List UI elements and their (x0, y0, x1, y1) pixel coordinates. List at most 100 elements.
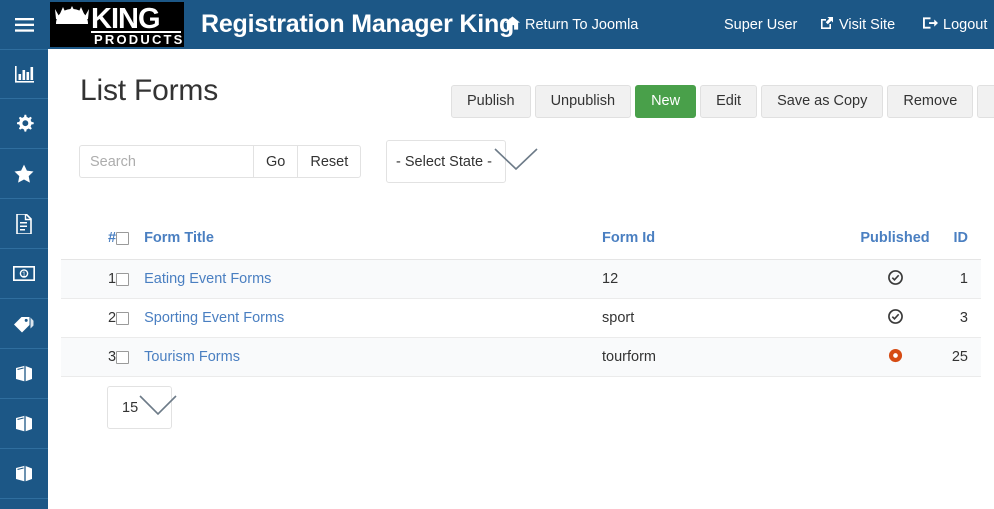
chevron-down-icon (138, 393, 178, 422)
row-checkbox[interactable] (116, 311, 130, 325)
page-title: List Forms (80, 74, 219, 107)
row-title-cell: Sporting Event Forms (144, 298, 602, 338)
table-row: 3 Tourism Forms tourform 25 (61, 337, 981, 377)
help-button[interactable]: Help (977, 85, 994, 118)
state-filter-select[interactable]: - Select State - (386, 140, 538, 183)
chart-bar-icon (14, 65, 34, 83)
sidebar-item-settings[interactable] (0, 99, 48, 149)
column-header-form-title[interactable]: Form Title (144, 230, 602, 260)
published-check-icon[interactable] (887, 269, 903, 289)
book-icon (14, 365, 34, 382)
form-title-link[interactable]: Sporting Event Forms (144, 310, 284, 326)
logout-link[interactable]: Logout (923, 16, 987, 34)
save-as-copy-button[interactable]: Save as Copy (761, 85, 884, 118)
row-checkbox-cell (116, 337, 145, 377)
column-header-checkbox (116, 230, 145, 260)
chevron-down-icon (493, 146, 539, 177)
logout-icon (923, 16, 938, 34)
table-row: 2 Sporting Event Forms sport 3 (61, 298, 981, 338)
row-form-id: tourform (602, 337, 849, 377)
svg-text:1: 1 (22, 272, 26, 279)
column-header-form-id[interactable]: Form Id (602, 230, 849, 260)
row-id: 25 (941, 337, 981, 377)
main-content: List Forms Publish Unpublish New Edit Sa… (48, 49, 994, 509)
sidebar-item-dashboard[interactable] (0, 49, 48, 99)
sidebar-item-payments[interactable]: 1 (0, 249, 48, 299)
search-go-button[interactable]: Go (253, 145, 298, 178)
row-published-status[interactable] (849, 337, 941, 377)
forms-table-container: # Form Title Form Id Published ID 1 Eati… (61, 230, 981, 377)
row-title-cell: Eating Event Forms (144, 259, 602, 299)
hamburger-icon (14, 17, 34, 32)
forms-table: # Form Title Form Id Published ID 1 Eati… (61, 230, 981, 377)
money-bill-icon: 1 (13, 266, 35, 281)
sidebar-item-featured[interactable] (0, 149, 48, 199)
state-filter-label: - Select State - (396, 153, 492, 170)
publish-button[interactable]: Publish (451, 85, 531, 118)
star-icon (14, 164, 34, 183)
row-title-cell: Tourism Forms (144, 337, 602, 377)
sidebar-item-books-3[interactable] (0, 449, 48, 499)
current-user-link[interactable]: Super User (724, 17, 797, 33)
home-icon (505, 16, 520, 34)
row-checkbox[interactable] (116, 272, 130, 286)
gear-icon (15, 114, 34, 133)
logo-icon: KING PRODUCTS (50, 2, 184, 47)
row-id: 1 (941, 259, 981, 299)
search-filter-group: Go Reset (79, 145, 362, 178)
sidebar-item-forms[interactable] (0, 199, 48, 249)
sidebar-item-books-1[interactable] (0, 349, 48, 399)
new-button[interactable]: New (635, 85, 697, 118)
unpublish-button[interactable]: Unpublish (534, 85, 632, 118)
row-number: 3 (61, 337, 117, 377)
top-header-bar: KING PRODUCTS Registration Manager King … (0, 0, 994, 49)
row-form-id: sport (602, 298, 849, 338)
app-title: Registration Manager King (201, 10, 515, 38)
page-limit-select[interactable]: 15 (107, 386, 177, 429)
remove-button[interactable]: Remove (887, 85, 974, 118)
return-to-joomla-link[interactable]: Return To Joomla (505, 16, 638, 34)
table-header-row: # Form Title Form Id Published ID (61, 230, 981, 260)
row-checkbox[interactable] (116, 350, 130, 364)
book-icon (14, 465, 34, 482)
search-input[interactable] (79, 145, 253, 178)
menu-toggle-button[interactable] (0, 0, 48, 49)
row-checkbox-cell (116, 298, 145, 338)
svg-text:KING: KING (91, 3, 160, 35)
book-icon (14, 415, 34, 432)
form-title-link[interactable]: Tourism Forms (144, 349, 240, 365)
row-number: 1 (61, 259, 117, 299)
page-limit-value: 15 (122, 399, 139, 416)
visit-site-label: Visit Site (839, 17, 896, 33)
row-number: 2 (61, 298, 117, 338)
table-body: 1 Eating Event Forms 12 1 2 Sporting Eve… (61, 259, 981, 377)
table-row: 1 Eating Event Forms 12 1 (61, 259, 981, 299)
form-title-link[interactable]: Eating Event Forms (144, 271, 271, 287)
edit-button[interactable]: Edit (700, 85, 758, 118)
action-toolbar: Publish Unpublish New Edit Save as Copy … (451, 85, 994, 118)
sidebar-item-tags[interactable] (0, 299, 48, 349)
king-products-logo[interactable]: KING PRODUCTS (50, 2, 184, 47)
visit-site-link[interactable]: Visit Site (820, 16, 895, 34)
published-check-icon[interactable] (887, 308, 903, 328)
logout-label: Logout (943, 17, 988, 33)
row-published-status[interactable] (849, 298, 941, 338)
table-head: # Form Title Form Id Published ID (61, 230, 981, 260)
row-published-status[interactable] (849, 259, 941, 299)
unpublished-circle-icon[interactable] (888, 348, 903, 367)
sidebar-nav: 1 (0, 49, 48, 509)
file-text-icon (16, 213, 32, 234)
column-header-id[interactable]: ID (941, 230, 981, 260)
row-checkbox-cell (116, 259, 145, 299)
return-to-joomla-label: Return To Joomla (525, 17, 639, 33)
tag-icon (13, 315, 35, 333)
row-id: 3 (941, 298, 981, 338)
select-all-checkbox[interactable] (116, 231, 130, 245)
external-link-icon (820, 16, 834, 34)
column-header-published[interactable]: Published (849, 230, 941, 260)
current-user-label: Super User (724, 17, 798, 33)
sidebar-item-books-2[interactable] (0, 399, 48, 449)
search-reset-button[interactable]: Reset (297, 145, 362, 178)
svg-text:PRODUCTS: PRODUCTS (94, 32, 184, 47)
column-header-num[interactable]: # (61, 230, 117, 260)
